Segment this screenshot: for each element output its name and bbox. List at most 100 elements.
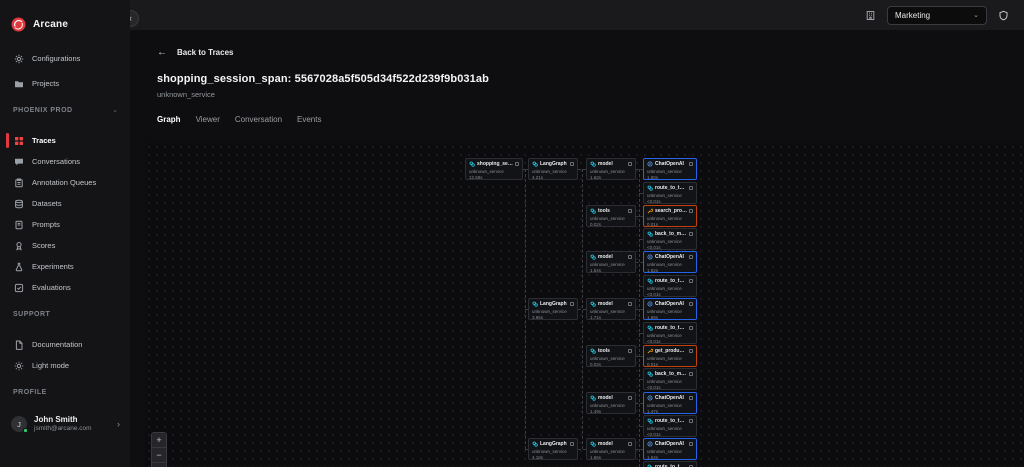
sidebar-item-traces[interactable]: Traces xyxy=(0,130,130,151)
graph-node[interactable]: ChatOpenAI unknown_service 1.64s xyxy=(643,438,697,460)
span-name: route_to_tools xyxy=(655,325,687,331)
profile-email: jsmith@arcane.com xyxy=(34,425,92,433)
graph-node[interactable]: route_to_tools unknown_service <0.01s xyxy=(643,182,697,204)
fit-view-button[interactable] xyxy=(152,463,166,467)
sidebar-item-light-mode[interactable]: Light mode xyxy=(0,355,130,376)
graph-node[interactable]: ChatOpenAI unknown_service 1.47s xyxy=(643,392,697,414)
shield-icon[interactable] xyxy=(997,9,1010,22)
section-phoenix-prod[interactable]: PHOENIX PROD ⌄ xyxy=(0,100,130,120)
chain-icon xyxy=(532,161,538,167)
sidebar-item-annotation-queues[interactable]: Annotation Queues xyxy=(0,172,130,193)
graph-node[interactable]: tools unknown_service 0.02s xyxy=(586,205,636,227)
span-duration: 1.62s xyxy=(590,175,632,180)
span-service: unknown_service xyxy=(647,216,693,221)
section-label: PROFILE xyxy=(13,389,47,396)
graph-node[interactable]: search_products unknown_service 0.01s xyxy=(643,205,697,227)
graph-node[interactable]: model unknown_service 1.54s xyxy=(586,251,636,273)
collapse-node-icon[interactable] xyxy=(628,302,632,306)
tab-events[interactable]: Events xyxy=(297,113,321,126)
span-duration: 3.96s xyxy=(532,315,574,320)
graph-node[interactable]: route_to_tools unknown_service <0.01s xyxy=(643,415,697,437)
collapse-node-icon[interactable] xyxy=(628,209,632,213)
span-duration: 1.54s xyxy=(590,268,632,273)
graph-node[interactable]: tools unknown_service 0.02s xyxy=(586,345,636,367)
collapse-node-icon[interactable] xyxy=(689,372,693,376)
graph-node[interactable]: model unknown_service 1.71s xyxy=(586,298,636,320)
collapse-node-icon[interactable] xyxy=(689,326,693,330)
graph-node[interactable]: ChatOpenAI unknown_service 1.69s xyxy=(643,298,697,320)
collapse-node-icon[interactable] xyxy=(689,419,693,423)
tab-viewer[interactable]: Viewer xyxy=(196,113,220,126)
organization-icon[interactable] xyxy=(864,9,877,22)
arcane-logo-icon xyxy=(11,17,26,32)
graph-node[interactable]: shopping_session_span unknown_service 12… xyxy=(465,158,523,180)
graph-node[interactable]: LangGraph unknown_service 3.96s xyxy=(528,298,578,320)
span-service: unknown_service xyxy=(647,333,693,338)
graph-node[interactable]: LangGraph unknown_service 4.21s xyxy=(528,158,578,180)
span-service: unknown_service xyxy=(647,426,693,431)
collapse-node-icon[interactable] xyxy=(570,442,574,446)
graph-canvas[interactable]: shopping_session_span unknown_service 12… xyxy=(145,143,1024,467)
graph-node[interactable]: get_product_details unknown_service 0.01… xyxy=(643,345,697,367)
collapse-node-icon[interactable] xyxy=(570,302,574,306)
sidebar-item-scores[interactable]: Scores xyxy=(0,235,130,256)
sidebar-item-configurations[interactable]: Configurations xyxy=(0,48,130,69)
collapse-node-icon[interactable] xyxy=(628,396,632,400)
graph-node[interactable]: route_to_tools unknown_service <0.01s xyxy=(643,322,697,344)
graph-node[interactable]: LangGraph unknown_service 4.18s xyxy=(528,438,578,460)
collapse-node-icon[interactable] xyxy=(628,162,632,166)
graph-node[interactable]: route_to_tools unknown_service <0.01s xyxy=(643,461,697,467)
collapse-node-icon[interactable] xyxy=(689,209,693,213)
collapse-node-icon[interactable] xyxy=(689,279,693,283)
graph-node[interactable]: ChatOpenAI unknown_service 1.60s xyxy=(643,158,697,180)
graph-node[interactable]: route_to_tools unknown_service <0.01s xyxy=(643,275,697,297)
graph-node[interactable]: model unknown_service 1.49s xyxy=(586,392,636,414)
collapse-node-icon[interactable] xyxy=(689,255,693,259)
sidebar-item-label: Annotation Queues xyxy=(32,178,96,187)
back-to-traces-button[interactable]: ← Back to Traces xyxy=(157,44,1024,60)
span-name: ChatOpenAI xyxy=(655,161,687,167)
collapse-node-icon[interactable] xyxy=(570,162,574,166)
openai-icon xyxy=(647,395,653,401)
collapse-node-icon[interactable] xyxy=(689,302,693,306)
profile-menu[interactable]: J John Smith jsmith@arcane.com › xyxy=(0,410,130,438)
sidebar-item-experiments[interactable]: Experiments xyxy=(0,256,130,277)
graph-node[interactable]: ChatOpenAI unknown_service 1.52s xyxy=(643,251,697,273)
collapse-node-icon[interactable] xyxy=(515,162,519,166)
zoom-in-button[interactable]: + xyxy=(152,433,166,448)
graph-node[interactable]: model unknown_service 1.66s xyxy=(586,438,636,460)
zoom-out-button[interactable]: − xyxy=(152,448,166,463)
sidebar-item-prompts[interactable]: Prompts xyxy=(0,214,130,235)
graph-node[interactable]: back_to_model unknown_service <0.01s xyxy=(643,228,697,250)
section-label: PHOENIX PROD xyxy=(13,107,73,114)
workspace-select[interactable]: Marketing ⌄ xyxy=(887,6,987,25)
collapse-node-icon[interactable] xyxy=(689,396,693,400)
span-service: unknown_service xyxy=(647,193,693,198)
collapse-node-icon[interactable] xyxy=(628,255,632,259)
collapse-node-icon[interactable] xyxy=(689,162,693,166)
collapse-node-icon[interactable] xyxy=(689,442,693,446)
tab-graph[interactable]: Graph xyxy=(157,113,181,126)
sidebar-item-evaluations[interactable]: Evaluations xyxy=(0,277,130,298)
span-duration: <0.01s xyxy=(647,339,693,344)
chain-icon xyxy=(647,185,653,191)
chain-icon xyxy=(532,441,538,447)
collapse-node-icon[interactable] xyxy=(628,442,632,446)
sidebar-item-documentation[interactable]: Documentation xyxy=(0,334,130,355)
medal-icon xyxy=(13,240,24,251)
span-service: unknown_service xyxy=(647,169,693,174)
collapse-node-icon[interactable] xyxy=(689,186,693,190)
sidebar-item-projects[interactable]: Projects xyxy=(0,73,130,94)
tab-conversation[interactable]: Conversation xyxy=(235,113,282,126)
collapse-node-icon[interactable] xyxy=(628,349,632,353)
collapse-node-icon[interactable] xyxy=(689,232,693,236)
sidebar-item-conversations[interactable]: Conversations xyxy=(0,151,130,172)
graph-node[interactable]: model unknown_service 1.62s xyxy=(586,158,636,180)
graph-node[interactable]: back_to_model unknown_service <0.01s xyxy=(643,368,697,390)
span-service: unknown_service xyxy=(590,216,632,221)
chain-icon xyxy=(647,418,653,424)
collapse-node-icon[interactable] xyxy=(689,349,693,353)
span-name: ChatOpenAI xyxy=(655,301,687,307)
sidebar-item-datasets[interactable]: Datasets xyxy=(0,193,130,214)
span-service: unknown_service xyxy=(532,309,574,314)
